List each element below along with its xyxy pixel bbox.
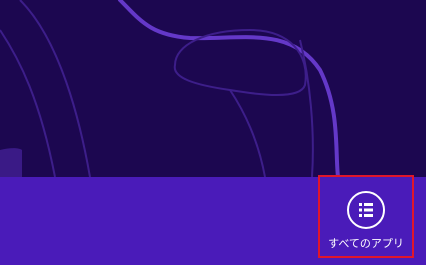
- start-screen-background: [0, 0, 426, 177]
- all-apps-label: すべてのアプリ: [328, 237, 404, 250]
- list-icon: [347, 191, 385, 229]
- partial-tile-shape: [0, 148, 22, 177]
- background-swirl-decoration: [0, 0, 340, 177]
- all-apps-button[interactable]: すべてのアプリ: [318, 175, 414, 258]
- start-screen: すべてのアプリ: [0, 0, 426, 265]
